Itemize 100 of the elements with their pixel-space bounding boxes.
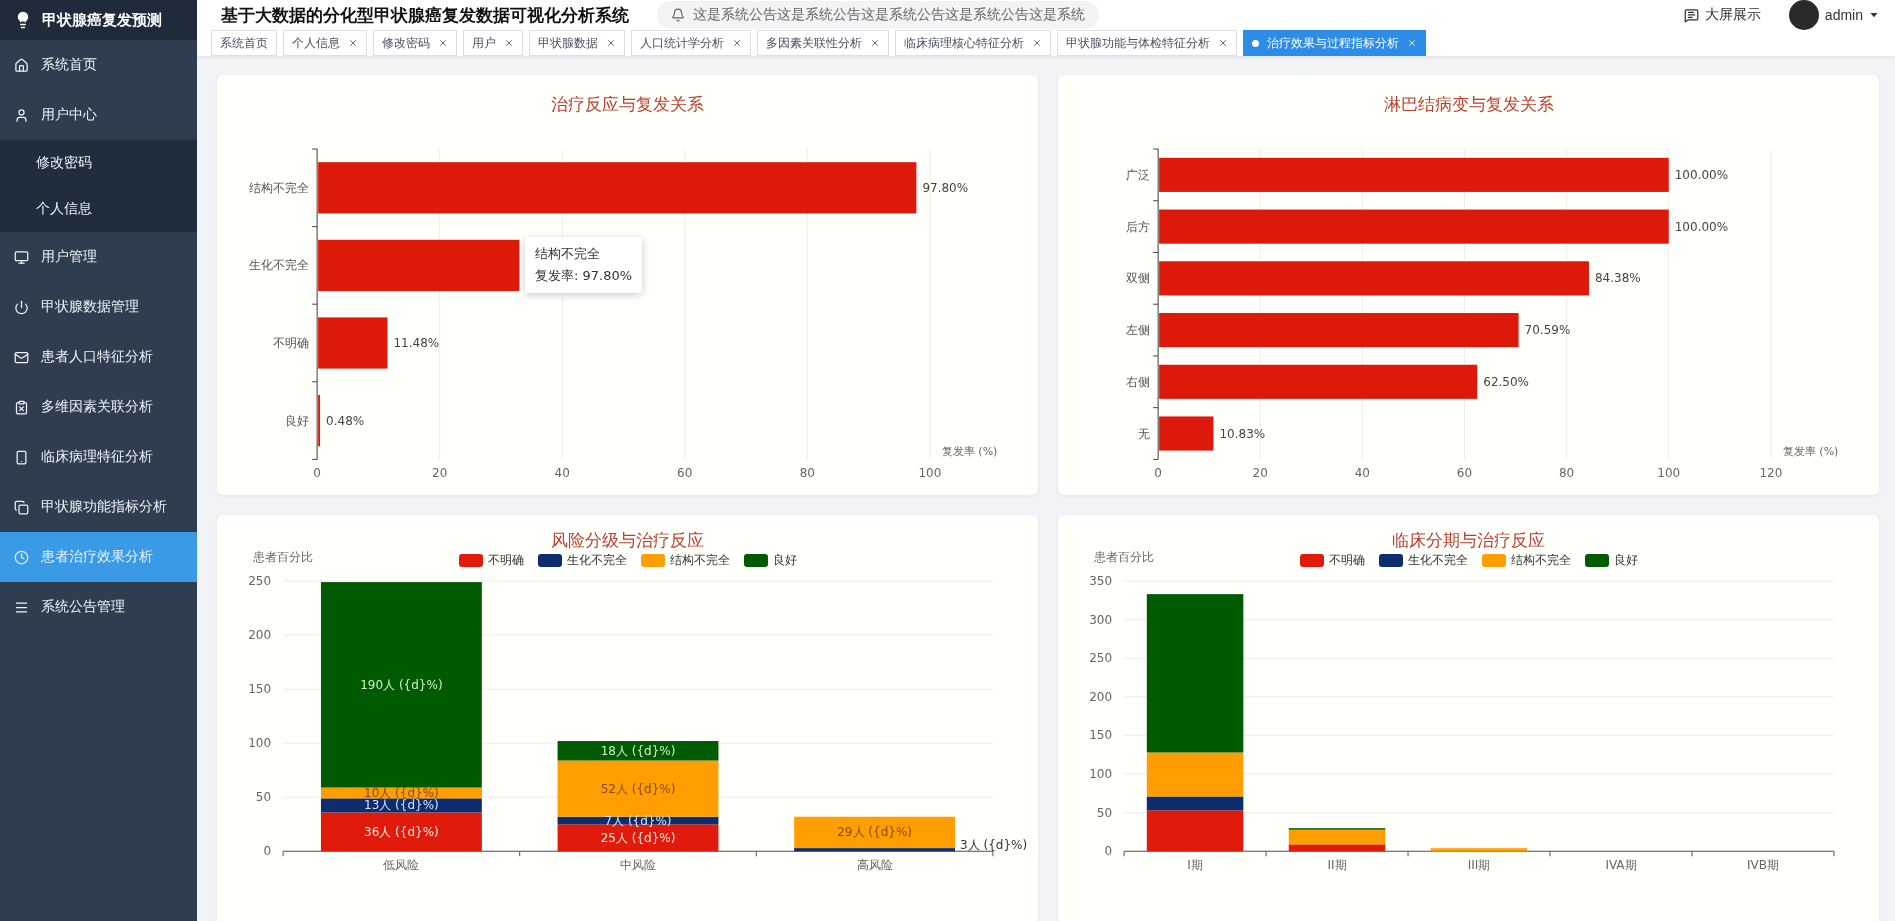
sidebar-item[interactable]: 个人信息 [0, 186, 197, 232]
value-label: 13人 ({d}%) [364, 798, 439, 813]
category-label: 不明确 [273, 336, 310, 350]
category-label: 无 [1138, 426, 1151, 441]
category-label: 结构不完全 [249, 180, 310, 195]
chart-title: 淋巴结病变与复发关系 [1382, 93, 1555, 116]
axis-tick-label: 20 [1252, 466, 1268, 481]
axis-title: 患者百分比 [1094, 549, 1154, 566]
axis-tick-label: 300 [1089, 612, 1113, 627]
category-label: III期 [1467, 858, 1491, 873]
axis-tick-label: 200 [1089, 689, 1113, 704]
axis-tick-label: 0 [313, 466, 321, 481]
category-label: II期 [1327, 858, 1347, 873]
axis-tick-label: 0 [263, 844, 272, 859]
legend-item[interactable]: 生化不完全 [537, 551, 627, 569]
axis-tick-label: 20 [432, 466, 448, 481]
category-label: 良好 [285, 413, 310, 428]
axis-tick-label: 100 [918, 466, 942, 481]
value-label: 62.50% [1483, 374, 1530, 389]
chart-title: 治疗反应与复发关系 [550, 93, 705, 116]
legend-item[interactable]: 结构不完全 [1481, 551, 1571, 569]
axis-tick-label: 60 [1456, 466, 1473, 481]
value-label: 190人 ({d}%) [360, 677, 443, 692]
axis-title: 复发率 (%) [1782, 445, 1839, 459]
axis-tick-label: 80 [1559, 466, 1575, 481]
value-label: 10.83% [1219, 426, 1266, 441]
user-menu[interactable]: admin [1788, 0, 1879, 30]
sidebar-item[interactable]: 系统首页 [0, 40, 197, 90]
tab[interactable]: 多因素关联性分析 [757, 30, 889, 56]
category-label: I期 [1187, 858, 1203, 873]
tab[interactable]: 人口统计学分析 [631, 30, 751, 56]
axis-tick-label: 150 [248, 682, 272, 697]
axis-title: 患者百分比 [253, 549, 313, 566]
tab[interactable]: 修改密码 [373, 30, 457, 56]
axis-tick-label: 40 [554, 466, 570, 481]
category-label: 高风险 [856, 858, 893, 873]
category-label: 双侧 [1126, 271, 1151, 286]
category-label: 低风险 [383, 858, 420, 873]
category-label: IVB期 [1746, 858, 1779, 873]
value-label: 70.59% [1524, 323, 1571, 338]
value-label: 84.38% [1595, 271, 1641, 286]
sidebar-item[interactable]: 用户中心 [0, 90, 197, 140]
tab[interactable]: 甲状腺数据 [529, 30, 625, 56]
tooltip-text: 复发率: 97.80% [535, 267, 633, 285]
axis-tick-label: 120 [1759, 466, 1783, 481]
chart-title: 临床分期与治疗反应 [1391, 529, 1546, 549]
axis-title: 复发率 (%) [941, 445, 998, 459]
tab[interactable]: 甲状腺功能与体检特征分析 [1057, 30, 1237, 56]
value-label: 11.48% [393, 336, 440, 350]
value-label: 0.48% [326, 413, 365, 428]
sidebar-item[interactable]: 临床病理特征分析 [0, 432, 197, 482]
axis-tick-label: 50 [1096, 805, 1113, 820]
category-label: 广泛 [1126, 167, 1151, 182]
value-label: 29人 ({d}%) [837, 825, 912, 840]
sidebar-item[interactable]: 系统公告管理 [0, 582, 197, 632]
sidebar-item[interactable]: 用户管理 [0, 232, 197, 282]
value-label: 97.80% [922, 180, 969, 195]
sidebar-item[interactable]: 多维因素关联分析 [0, 382, 197, 432]
legend-item[interactable]: 良好 [743, 551, 797, 569]
category-label: IVA期 [1605, 858, 1637, 873]
legend-item[interactable]: 不明确 [458, 551, 524, 569]
notice-text: 这是系统公告这是系统公告这是系统公告这是系统公告这是系统 [693, 6, 1085, 24]
sidebar-item[interactable]: 患者人口特征分析 [0, 332, 197, 382]
legend-item[interactable]: 良好 [1584, 551, 1638, 569]
legend-item[interactable]: 结构不完全 [640, 551, 730, 569]
value-label: 10人 ({d}%) [364, 785, 439, 800]
axis-tick-label: 200 [248, 628, 272, 643]
tab[interactable]: 个人信息 [283, 30, 367, 56]
axis-tick-label: 100 [248, 736, 272, 751]
category-label: 中风险 [620, 858, 656, 873]
axis-tick-label: 250 [248, 574, 272, 588]
axis-tick-label: 100 [1657, 466, 1681, 481]
value-label: 36人 ({d}%) [364, 824, 439, 839]
axis-tick-label: 150 [1089, 728, 1113, 743]
value-label: 25人 ({d}%) [600, 830, 676, 845]
axis-tick-label: 50 [255, 790, 272, 805]
category-label: 生化不完全 [249, 258, 310, 273]
legend-item[interactable]: 生化不完全 [1378, 551, 1468, 569]
sidebar-item[interactable]: 甲状腺功能指标分析 [0, 482, 197, 532]
legend-item[interactable]: 不明确 [1299, 551, 1365, 569]
axis-tick-label: 60 [677, 466, 693, 481]
sidebar-item[interactable]: 修改密码 [0, 140, 197, 186]
value-label: 7人 ({d}%) [604, 813, 672, 828]
axis-tick-label: 40 [1354, 466, 1370, 481]
app-title: 基于大数据的分化型甲状腺癌复发数据可视化分析系统 [221, 3, 629, 27]
tab[interactable]: 用户 [463, 30, 523, 56]
tooltip-title: 结构不完全 [535, 245, 601, 263]
value-label: 18人 ({d}%) [600, 743, 676, 758]
value-label: 100.00% [1674, 219, 1729, 234]
axis-tick-label: 0 [1104, 844, 1113, 859]
screen-button[interactable]: 大屏展示 [1683, 6, 1761, 24]
chart-title: 风险分级与治疗反应 [550, 529, 705, 549]
axis-tick-label: 100 [1089, 767, 1113, 782]
tab[interactable]: 治疗效果与过程指标分析 [1243, 30, 1426, 56]
tab[interactable]: 系统首页 [211, 30, 277, 56]
value-label: 3人 ({d}%) [960, 837, 1028, 852]
tab[interactable]: 临床病理核心特征分析 [895, 30, 1051, 56]
category-label: 右侧 [1126, 374, 1151, 389]
sidebar-item[interactable]: 甲状腺数据管理 [0, 282, 197, 332]
axis-tick-label: 250 [1089, 651, 1113, 666]
